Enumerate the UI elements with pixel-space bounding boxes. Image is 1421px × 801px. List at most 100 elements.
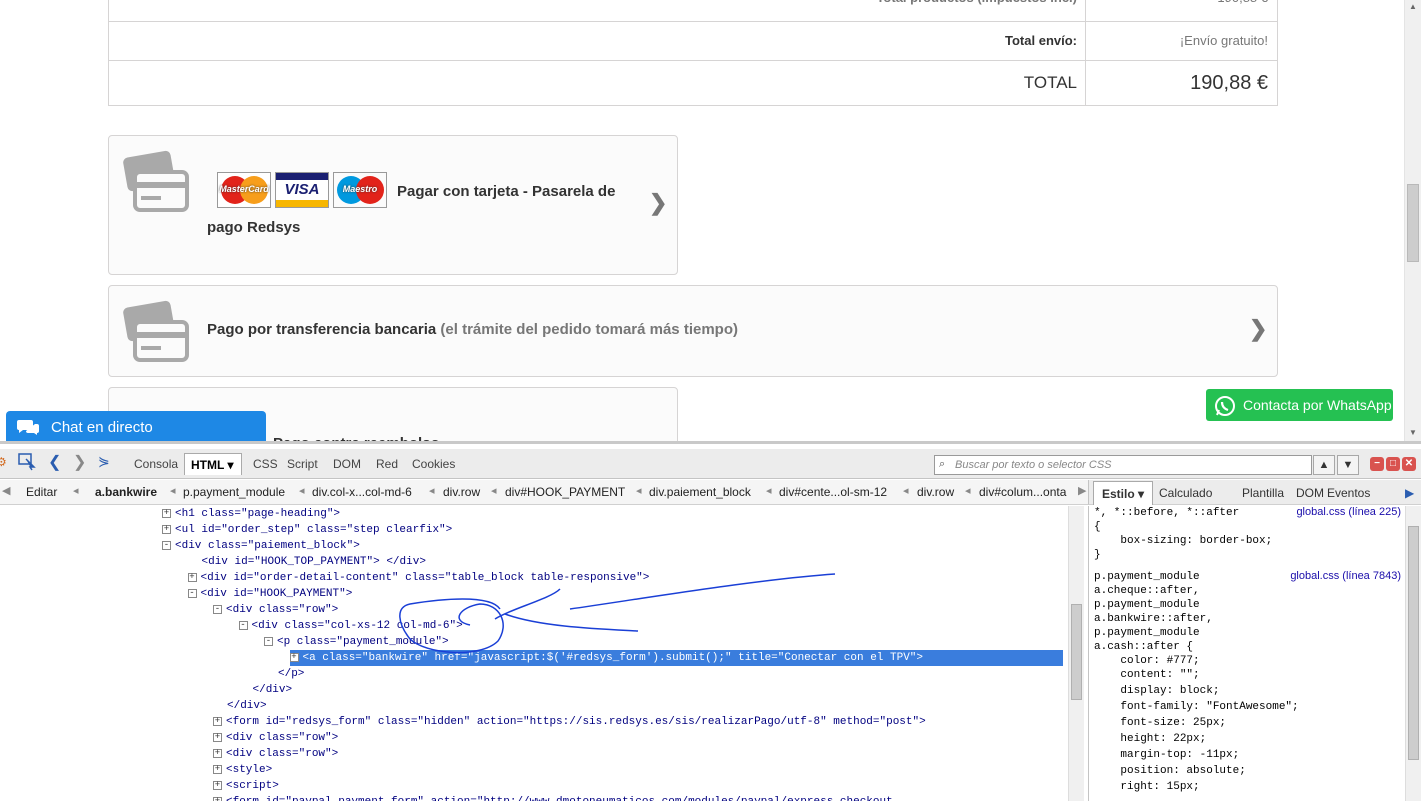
html-tree-node[interactable]: + <script> bbox=[213, 778, 279, 794]
search-next-button[interactable]: ▼ bbox=[1337, 455, 1359, 475]
html-tree-node[interactable]: + <h1 class="page-heading"> bbox=[162, 506, 340, 522]
expand-icon[interactable]: + bbox=[289, 652, 299, 662]
transfer-payment-note: (el trámite del pedido tomará más tiempo… bbox=[440, 321, 738, 338]
cart-summary-table: Total productos (impuestos inc.) 190,88 … bbox=[108, 0, 1278, 106]
whatsapp-icon bbox=[1215, 396, 1235, 416]
css-rule-line: color: #777; bbox=[1094, 655, 1200, 667]
html-tree-node[interactable]: - <div class="row"> bbox=[213, 602, 338, 618]
expand-icon[interactable]: + bbox=[162, 524, 171, 534]
visa-logo: VISA bbox=[275, 172, 329, 208]
html-tree-node[interactable]: + <div class="row"> bbox=[213, 730, 338, 746]
breadcrumb-item[interactable]: p.payment_module bbox=[183, 485, 285, 499]
expand-icon[interactable]: + bbox=[213, 780, 222, 790]
breadcrumb-item[interactable]: div#HOOK_PAYMENT bbox=[505, 485, 625, 499]
tab-consola[interactable]: Consola bbox=[128, 453, 184, 475]
tab-estilo[interactable]: Estilo ▾ bbox=[1093, 481, 1154, 505]
collapse-icon[interactable]: - bbox=[162, 540, 171, 550]
css-rule-line: p.payment_module bbox=[1094, 571, 1200, 583]
chevron-down-icon: ▾ bbox=[227, 458, 234, 472]
command-line-icon[interactable]: ⋟ bbox=[98, 453, 110, 470]
css-source-link[interactable]: global.css (línea 225) bbox=[1296, 506, 1401, 518]
tab-dom-side[interactable]: DOM bbox=[1296, 486, 1324, 500]
css-source-link[interactable]: global.css (línea 7843) bbox=[1290, 570, 1401, 582]
back-arrow-icon[interactable]: ❮ bbox=[48, 452, 61, 472]
expand-icon[interactable]: + bbox=[213, 748, 222, 758]
tab-eventos[interactable]: Eventos bbox=[1327, 486, 1370, 500]
search-prev-button[interactable]: ▲ bbox=[1313, 455, 1335, 475]
whatsapp-button[interactable]: Contacta por WhatsApp bbox=[1206, 389, 1393, 421]
breadcrumb-item[interactable]: div.row bbox=[917, 485, 954, 499]
expand-icon[interactable]: + bbox=[187, 572, 197, 582]
tab-calculado[interactable]: Calculado bbox=[1159, 486, 1212, 500]
breadcrumb-item[interactable]: div.row bbox=[443, 485, 480, 499]
tab-dom[interactable]: DOM bbox=[327, 453, 367, 475]
shipping-label: Total envío: bbox=[109, 22, 1086, 60]
html-tree-node[interactable]: </div> bbox=[253, 682, 293, 698]
expand-icon[interactable]: + bbox=[213, 796, 222, 801]
expand-icon[interactable]: + bbox=[213, 716, 222, 726]
html-tree-node[interactable]: </div> bbox=[227, 698, 267, 714]
live-chat-button[interactable]: Chat en directo bbox=[6, 411, 266, 443]
payment-option-transfer[interactable]: Pago por transferencia bancaria (el trám… bbox=[108, 285, 1278, 377]
products-total-value: 190,88 € bbox=[1086, 0, 1277, 21]
expand-icon[interactable]: + bbox=[213, 764, 222, 774]
scroll-up-arrow-icon[interactable]: ▲ bbox=[1409, 2, 1417, 11]
summary-row-shipping: Total envío: ¡Envío gratuito! bbox=[109, 21, 1277, 60]
close-icon[interactable]: ✕ bbox=[1402, 457, 1416, 471]
cod-payment-label: Pago contra reembolso bbox=[273, 426, 440, 441]
html-tree-node[interactable]: + <style> bbox=[213, 762, 272, 778]
tab-cookies[interactable]: Cookies bbox=[406, 453, 461, 475]
html-tree-node[interactable]: - <div id="HOOK_PAYMENT"> bbox=[187, 586, 352, 602]
firebug-toolbar: ⚙ ❮ ❯ ⋟ Consola HTML ▾ CSS Script DOM Re… bbox=[0, 449, 1421, 479]
collapse-icon[interactable]: - bbox=[213, 604, 222, 614]
expand-icon[interactable]: + bbox=[162, 508, 171, 518]
tab-html[interactable]: HTML ▾ bbox=[184, 453, 242, 475]
edit-button[interactable]: Editar bbox=[26, 485, 57, 499]
breadcrumb-item[interactable]: div#cente...ol-sm-12 bbox=[779, 485, 887, 499]
breadcrumb-scroll-left-icon[interactable]: ◀ bbox=[2, 484, 10, 497]
chevron-down-icon: ▾ bbox=[1138, 487, 1145, 501]
html-tree-node[interactable]: <div id="HOOK_TOP_PAYMENT"> </div> bbox=[202, 554, 426, 570]
breadcrumb-item[interactable]: div.col-x...col-md-6 bbox=[312, 485, 412, 499]
tab-css[interactable]: CSS bbox=[247, 453, 284, 475]
html-tree-node[interactable]: - <div class="paiement_block"> bbox=[162, 538, 360, 554]
html-tree-node[interactable]: + <div class="row"> bbox=[213, 746, 338, 762]
page-scrollbar-thumb[interactable] bbox=[1407, 184, 1419, 262]
css-rule-line: } bbox=[1094, 549, 1101, 561]
firebug-panel: ⚙ ❮ ❯ ⋟ Consola HTML ▾ CSS Script DOM Re… bbox=[0, 441, 1421, 801]
firebug-search-input[interactable]: ⌕ Buscar por texto o selector CSS bbox=[934, 455, 1312, 475]
html-tree-node[interactable]: + <ul id="order_step" class="step clearfi… bbox=[162, 522, 452, 538]
html-tree-scrollbar-thumb[interactable] bbox=[1071, 604, 1082, 700]
detach-icon[interactable]: □ bbox=[1386, 457, 1400, 471]
card-payment-label-2: pago Redsys bbox=[207, 219, 301, 236]
css-rule-line: height: 22px; bbox=[1094, 733, 1207, 745]
side-tabs-more-icon[interactable]: ▶ bbox=[1405, 486, 1414, 500]
css-panel-scrollbar-thumb[interactable] bbox=[1408, 526, 1419, 760]
css-rule-line: p.payment_module bbox=[1094, 599, 1200, 611]
tab-script[interactable]: Script bbox=[281, 453, 324, 475]
breadcrumb-item[interactable]: div.paiement_block bbox=[649, 485, 751, 499]
collapse-icon[interactable]: - bbox=[238, 620, 248, 630]
collapse-icon[interactable]: - bbox=[187, 588, 197, 598]
firebug-icon[interactable]: ⚙ bbox=[0, 455, 7, 469]
page-scrollbar[interactable]: ▲ ▼ bbox=[1404, 0, 1421, 441]
collapse-icon[interactable]: - bbox=[264, 636, 273, 646]
inspect-icon[interactable] bbox=[18, 453, 36, 474]
chat-label: Chat en directo bbox=[51, 419, 153, 436]
breadcrumb-item[interactable]: div#colum...onta bbox=[979, 485, 1066, 499]
breadcrumb-item[interactable]: a.bankwire bbox=[95, 485, 157, 499]
css-panel-scrollbar[interactable] bbox=[1405, 506, 1421, 801]
payment-option-card[interactable]: MasterCard VISA Maestro Pagar con tarjet… bbox=[108, 135, 678, 275]
minimize-icon[interactable]: − bbox=[1370, 457, 1384, 471]
tab-plantilla[interactable]: Plantilla bbox=[1242, 486, 1284, 500]
html-tree-node[interactable]: </p> bbox=[278, 666, 304, 682]
css-rule-line: p.payment_module bbox=[1094, 627, 1200, 639]
expand-icon[interactable]: + bbox=[213, 732, 222, 742]
html-tree-scrollbar[interactable] bbox=[1068, 506, 1084, 801]
html-tree-node[interactable]: + <form id="redsys_form" class="hidden" a… bbox=[213, 714, 926, 730]
breadcrumb-scroll-right-icon[interactable]: ▶ bbox=[1078, 484, 1086, 497]
scroll-down-arrow-icon[interactable]: ▼ bbox=[1409, 428, 1417, 437]
css-rule-line: a.bankwire::after, bbox=[1094, 613, 1213, 625]
tab-red[interactable]: Red bbox=[370, 453, 404, 475]
forward-arrow-icon[interactable]: ❯ bbox=[73, 452, 86, 472]
